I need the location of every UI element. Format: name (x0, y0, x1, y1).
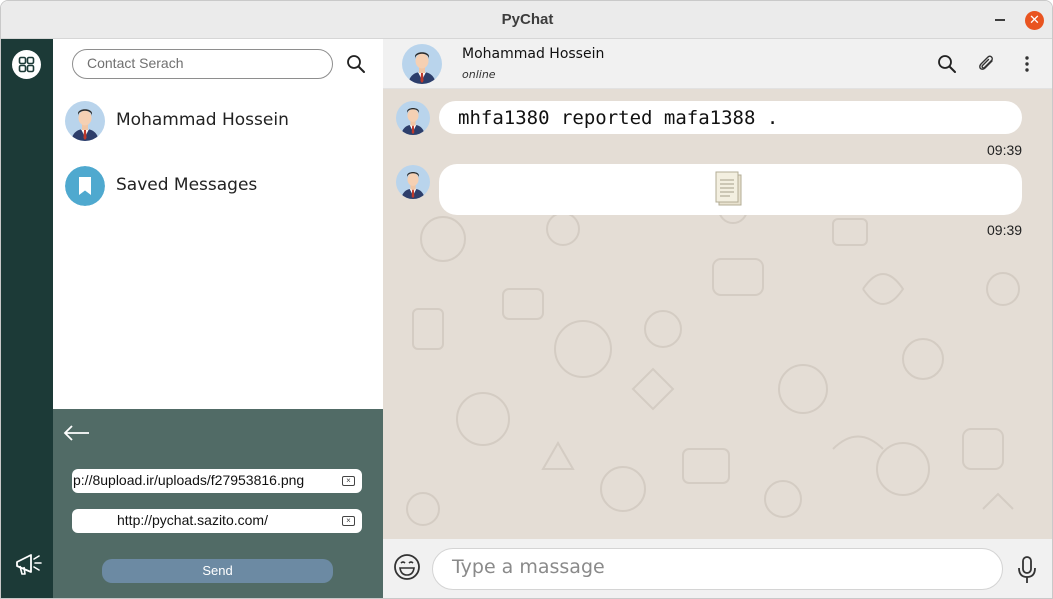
paperclip-icon[interactable] (976, 53, 998, 75)
contact-item-saved-messages[interactable]: Saved Messages (65, 166, 365, 208)
contact-item-mohammad-hossein[interactable]: Mohammad Hossein (65, 101, 365, 143)
document-icon[interactable] (715, 171, 745, 207)
search-icon[interactable] (936, 53, 958, 75)
close-icon[interactable]: ✕ (1025, 11, 1044, 30)
megaphone-icon[interactable] (13, 548, 43, 578)
message-time: 09:39 (987, 222, 1023, 238)
message-composer: Type a massage (383, 539, 1052, 598)
side-rail (1, 39, 53, 598)
sender-avatar (396, 165, 430, 199)
chat-header: Mohammad Hossein online (383, 39, 1052, 89)
server-url-value: http://pychat.sazito.com/ (117, 512, 268, 528)
upload-url-field[interactable]: p://8upload.ir/uploads/f27953816.png × (72, 469, 362, 493)
settings-panel: p://8upload.ir/uploads/f27953816.png × h… (53, 409, 383, 598)
chat-contact-status: online (462, 68, 496, 81)
message-input[interactable]: Type a massage (432, 548, 1003, 590)
app-window: PyChat ✕ Contact Serach Mohammad Hossein… (0, 0, 1053, 599)
apps-grid-icon[interactable] (12, 50, 41, 79)
user-avatar[interactable] (402, 44, 442, 84)
sender-avatar (396, 101, 430, 135)
message-bubble-document[interactable] (439, 164, 1022, 215)
clear-icon[interactable]: × (342, 516, 355, 526)
more-vertical-icon[interactable] (1016, 53, 1038, 75)
clear-icon[interactable]: × (342, 476, 355, 486)
server-url-field[interactable]: http://pychat.sazito.com/ × (72, 509, 362, 533)
search-icon[interactable] (345, 53, 367, 75)
microphone-icon[interactable] (1016, 555, 1038, 585)
arrow-left-icon[interactable] (63, 423, 91, 443)
chat-messages-area[interactable]: mhfa1380 reported mafa1388 . 09:39 09:39 (383, 89, 1052, 539)
contact-name: Saved Messages (116, 175, 258, 195)
minimize-icon[interactable] (995, 19, 1005, 21)
title-bar: PyChat ✕ (1, 1, 1052, 39)
contact-name: Mohammad Hossein (116, 110, 289, 130)
chat-wallpaper (406, 194, 1020, 526)
message-bubble[interactable]: mhfa1380 reported mafa1388 . (439, 101, 1022, 134)
chat-contact-name: Mohammad Hossein (462, 46, 605, 62)
user-avatar (65, 101, 105, 141)
contacts-panel: Contact Serach Mohammad Hossein Saved Me… (53, 39, 383, 409)
upload-url-value: p://8upload.ir/uploads/f27953816.png (73, 472, 305, 488)
send-button[interactable]: Send (102, 559, 333, 583)
contact-search-input[interactable]: Contact Serach (72, 49, 333, 79)
message-text: mhfa1380 reported mafa1388 . (458, 107, 779, 129)
message-time: 09:39 (987, 142, 1023, 158)
emoji-icon[interactable] (393, 553, 421, 581)
bookmark-icon (65, 166, 105, 206)
window-title: PyChat (501, 11, 554, 28)
